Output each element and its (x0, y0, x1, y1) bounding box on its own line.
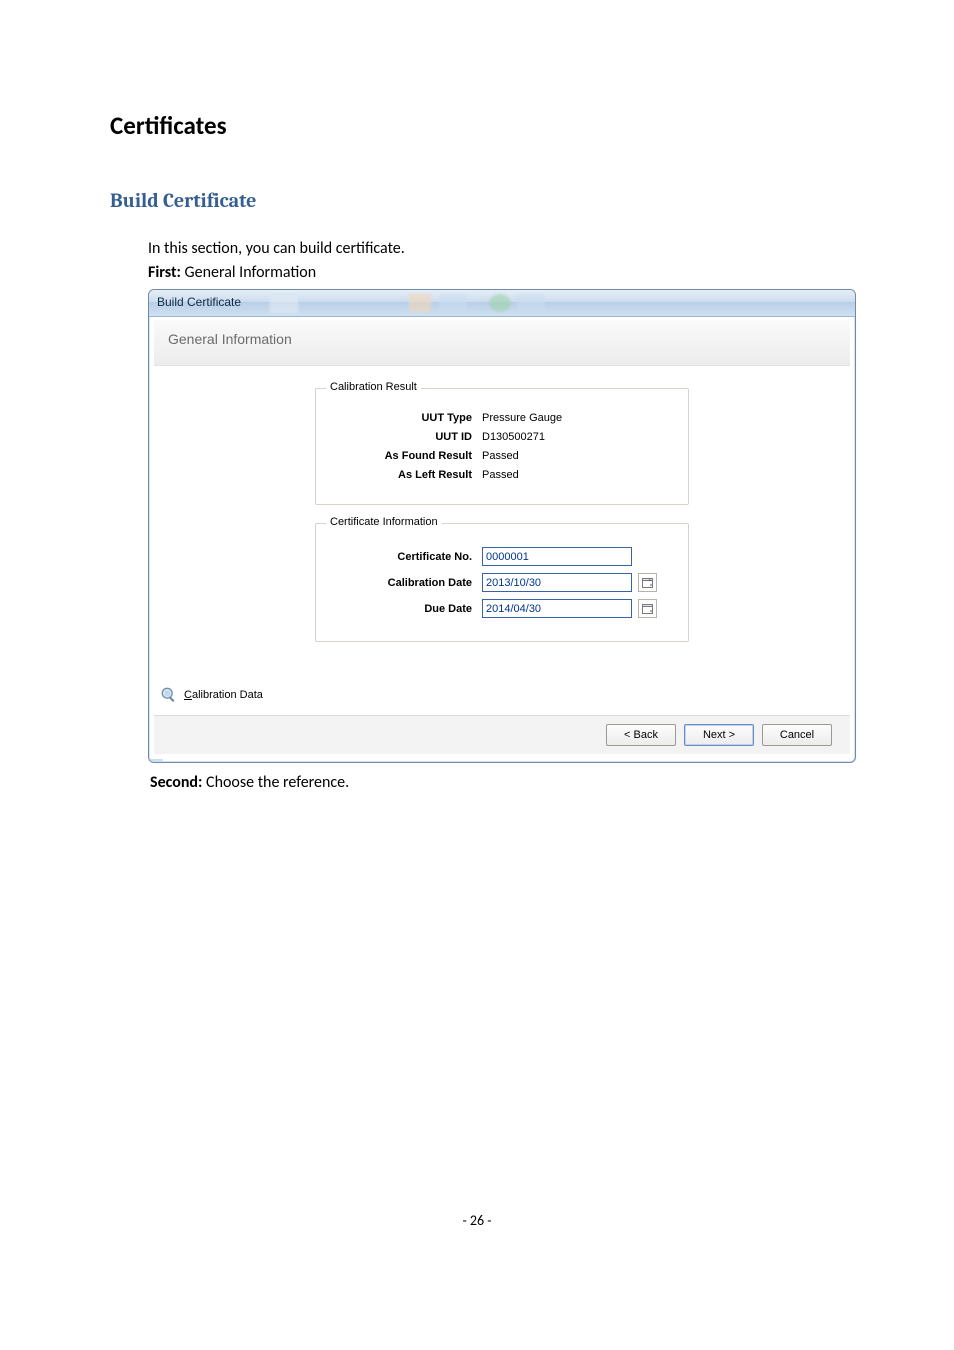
calibration-data-text: Calibration Data (184, 689, 263, 701)
as-left-label: As Left Result (328, 469, 482, 481)
first-line: First: General Information (148, 262, 844, 284)
dialog-titlebar: Build Certificate (149, 290, 855, 317)
page-title: Certificates (110, 110, 844, 141)
wizard-heading-text: General Information (168, 331, 292, 347)
certificate-info-group: Certificate Information Certificate No. … (315, 523, 689, 642)
dialog-title: Build Certificate (157, 295, 241, 309)
magnifier-icon (160, 686, 178, 704)
row-due-date: Due Date (328, 599, 676, 618)
section-heading: Build Certificate (110, 189, 844, 212)
intro-line: In this section, you can build certifica… (148, 238, 844, 260)
second-label: Second: (150, 773, 202, 792)
due-date-picker-button[interactable] (638, 599, 657, 618)
uut-type-label: UUT Type (328, 412, 482, 424)
dialog-resize-edge (149, 759, 855, 762)
titlebar-blur (439, 294, 467, 312)
wizard-button-bar: < Back Next > Cancel (154, 715, 850, 754)
row-calibration-date: Calibration Date (328, 573, 676, 592)
due-date-label: Due Date (328, 603, 482, 615)
certificate-info-legend: Certificate Information (326, 516, 442, 528)
as-found-value: Passed (482, 450, 676, 462)
titlebar-blur (269, 294, 299, 314)
titlebar-blur (409, 294, 431, 312)
cancel-button[interactable]: Cancel (762, 724, 832, 746)
wizard-heading: General Information (154, 320, 850, 366)
calendar-icon (642, 603, 653, 614)
uut-id-value: D130500271 (482, 431, 676, 443)
page-number: - 26 - (110, 1212, 844, 1229)
row-uut-id: UUT ID D130500271 (328, 431, 676, 443)
due-date-input[interactable] (482, 599, 632, 618)
calibration-date-label: Calibration Date (328, 577, 482, 589)
first-text: General Information (181, 263, 316, 282)
uut-id-label: UUT ID (328, 431, 482, 443)
row-as-found: As Found Result Passed (328, 450, 676, 462)
calibration-date-picker-button[interactable] (638, 573, 657, 592)
row-as-left: As Left Result Passed (328, 469, 676, 481)
calibration-date-input[interactable] (482, 573, 632, 592)
second-text: Choose the reference. (202, 773, 349, 792)
first-label: First: (148, 263, 181, 282)
next-button[interactable]: Next > (684, 724, 754, 746)
second-line: Second: Choose the reference. (150, 773, 844, 792)
calibration-data-link[interactable]: Calibration Data (160, 686, 263, 704)
row-cert-no: Certificate No. (328, 547, 676, 566)
calendar-icon (642, 577, 653, 588)
cert-no-input[interactable] (482, 547, 632, 566)
cert-no-label: Certificate No. (328, 551, 482, 563)
as-found-label: As Found Result (328, 450, 482, 462)
as-left-value: Passed (482, 469, 676, 481)
row-uut-type: UUT Type Pressure Gauge (328, 412, 676, 424)
calibration-result-legend: Calibration Result (326, 381, 421, 393)
uut-type-value: Pressure Gauge (482, 412, 676, 424)
titlebar-blur (517, 294, 545, 312)
build-certificate-dialog: Build Certificate General Information Ca… (148, 289, 856, 763)
calibration-result-group: Calibration Result UUT Type Pressure Gau… (315, 388, 689, 505)
back-button[interactable]: < Back (606, 724, 676, 746)
titlebar-blur (489, 294, 511, 312)
